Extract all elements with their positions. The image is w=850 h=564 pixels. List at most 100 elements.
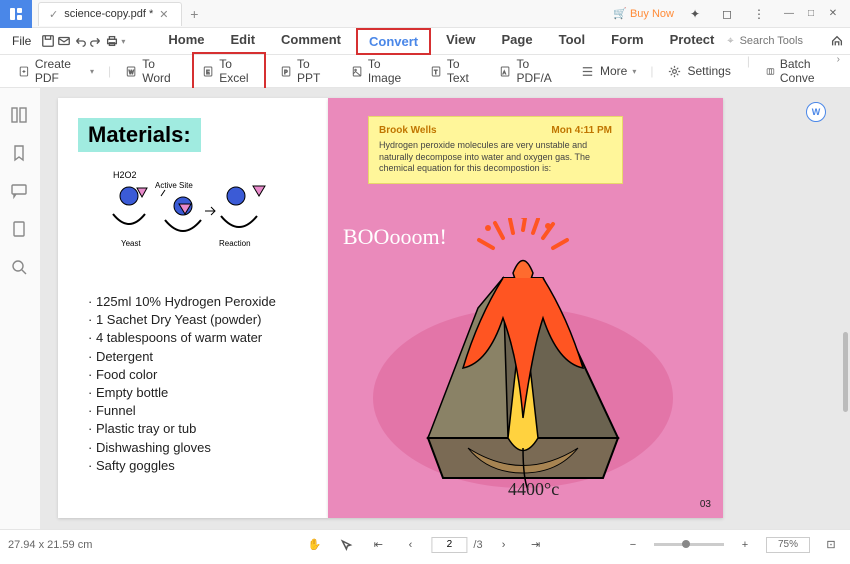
minimize-button[interactable]: — [780, 7, 798, 21]
left-sidebar [0, 88, 40, 529]
scrollbar-thumb[interactable] [843, 332, 848, 412]
zoom-slider[interactable] [654, 543, 724, 546]
menu-comment[interactable]: Comment [270, 28, 352, 55]
to-image-button[interactable]: To Image [343, 54, 416, 88]
note-timestamp: Mon 4:11 PM [551, 125, 612, 136]
volcano-illustration [368, 218, 678, 498]
statusbar: 27.94 x 21.59 cm ✋ ⇤ ‹ /3 › ⇥ − + 75% ⊡ [0, 529, 850, 559]
dropdown-caret-icon[interactable]: ▾ [121, 37, 125, 46]
svg-text:T: T [434, 69, 438, 75]
pdf-page-left: Materials: H2O2 Active Site Yeast [58, 98, 328, 518]
kebab-menu-icon[interactable]: ⋮ [748, 4, 770, 24]
prev-page-icon[interactable]: ‹ [399, 535, 421, 555]
boom-text: BOOooom! [343, 224, 447, 250]
menu-convert[interactable]: Convert [356, 28, 431, 55]
main-menu: Home Edit Comment Convert View Page Tool… [157, 28, 725, 55]
list-item: · 4 tablespoons of warm water [88, 329, 308, 347]
list-item: · Safty goggles [88, 457, 308, 475]
temperature-label: 4400°c [508, 479, 559, 500]
thumbnails-icon[interactable] [10, 106, 30, 126]
zoom-in-icon[interactable]: + [734, 535, 756, 555]
to-excel-button[interactable]: ETo Excel [192, 52, 266, 90]
next-page-icon[interactable]: › [493, 535, 515, 555]
first-page-icon[interactable]: ⇤ [367, 535, 389, 555]
list-item: · Detergent [88, 348, 308, 366]
reaction-diagram: H2O2 Active Site Yeast Reaction [78, 166, 308, 269]
list-item: · Empty bottle [88, 384, 308, 402]
to-pdfa-button[interactable]: ATo PDF/A [491, 54, 566, 88]
batch-convert-button[interactable]: Batch Conve [758, 54, 829, 88]
page-number-label: 03 [700, 499, 711, 510]
note-body: Hydrogen peroxide molecules are very uns… [379, 140, 612, 175]
annotation-sticky-note[interactable]: Brook Wells Mon 4:11 PM Hydrogen peroxid… [368, 116, 623, 184]
zoom-out-icon[interactable]: − [622, 535, 644, 555]
page-total: /3 [473, 539, 482, 551]
zoom-value[interactable]: 75% [766, 537, 810, 553]
menu-protect[interactable]: Protect [659, 28, 726, 55]
list-item: · 125ml 10% Hydrogen Peroxide [88, 293, 308, 311]
materials-list: · 125ml 10% Hydrogen Peroxide · 1 Sachet… [78, 293, 308, 475]
note-author: Brook Wells [379, 125, 437, 136]
fit-page-icon[interactable]: ⊡ [820, 535, 842, 555]
menu-edit[interactable]: Edit [219, 28, 266, 55]
menubar: File ▾ Home Edit Comment Convert View Pa… [0, 28, 850, 55]
select-tool-icon[interactable] [335, 535, 357, 555]
create-pdf-button[interactable]: Create PDF▾ [10, 54, 102, 88]
pdf-page-right: Brook Wells Mon 4:11 PM Hydrogen peroxid… [328, 98, 723, 518]
to-ppt-button[interactable]: PTo PPT [272, 54, 337, 88]
page-number-input[interactable] [431, 537, 467, 553]
titlebar: ✓ science-copy.pdf * ✕ + 🛒 Buy Now ✦ ◻ ⋮… [0, 0, 850, 28]
convert-toolbar: Create PDF▾ | WTo Word ETo Excel PTo PPT… [0, 55, 850, 88]
list-item: · 1 Sachet Dry Yeast (powder) [88, 311, 308, 329]
menu-home[interactable]: Home [157, 28, 215, 55]
menu-view[interactable]: View [435, 28, 486, 55]
buy-now-link[interactable]: 🛒 Buy Now [613, 7, 674, 20]
document-tab[interactable]: ✓ science-copy.pdf * ✕ [38, 2, 182, 26]
to-text-button[interactable]: TTo Text [422, 54, 486, 88]
print-icon[interactable] [105, 31, 119, 51]
menu-form[interactable]: Form [600, 28, 655, 55]
app-logo[interactable] [0, 0, 32, 28]
list-item: · Plastic tray or tub [88, 420, 308, 438]
svg-text:A: A [503, 69, 507, 74]
file-menu[interactable]: File [4, 32, 39, 50]
list-item: · Food color [88, 366, 308, 384]
svg-text:Active Site: Active Site [155, 181, 193, 190]
search-panel-icon[interactable] [10, 258, 30, 278]
mail-icon[interactable] [57, 31, 71, 51]
comment-icon[interactable] [10, 182, 30, 202]
hand-tool-icon[interactable]: ✋ [303, 535, 325, 555]
add-tab-button[interactable]: + [190, 6, 198, 22]
list-item: · Funnel [88, 402, 308, 420]
list-item: · Dishwashing gloves [88, 439, 308, 457]
redo-icon[interactable] [89, 31, 103, 51]
svg-text:Yeast: Yeast [121, 239, 142, 248]
close-window-button[interactable]: ✕ [824, 7, 842, 21]
materials-heading: Materials: [78, 118, 201, 152]
share-icon[interactable] [826, 31, 848, 51]
settings-button[interactable]: Settings [659, 54, 738, 88]
page-dimensions: 27.94 x 21.59 cm [8, 539, 92, 551]
svg-text:Reaction: Reaction [219, 239, 251, 248]
save-icon[interactable] [41, 31, 55, 51]
word-float-icon[interactable]: W [806, 102, 826, 122]
notification-icon[interactable]: ◻ [716, 4, 738, 24]
scroll-right-icon[interactable]: › [837, 54, 840, 88]
svg-text:E: E [206, 69, 210, 75]
svg-text:W: W [129, 69, 134, 75]
search-tools-input[interactable] [740, 35, 820, 47]
close-tab-icon[interactable]: ✕ [159, 8, 171, 20]
attachment-icon[interactable] [10, 220, 30, 240]
more-button[interactable]: More▾ [572, 61, 644, 82]
maximize-button[interactable]: □ [802, 7, 820, 21]
menu-tool[interactable]: Tool [548, 28, 596, 55]
svg-text:H2O2: H2O2 [113, 170, 137, 180]
to-word-button[interactable]: WTo Word [117, 54, 186, 88]
undo-icon[interactable] [73, 31, 87, 51]
tab-filename: science-copy.pdf * [64, 8, 153, 20]
menu-page[interactable]: Page [491, 28, 544, 55]
gift-icon[interactable]: ✦ [684, 4, 706, 24]
document-viewport[interactable]: W Materials: H2O2 Active Site [40, 88, 850, 529]
bookmark-icon[interactable] [10, 144, 30, 164]
last-page-icon[interactable]: ⇥ [525, 535, 547, 555]
